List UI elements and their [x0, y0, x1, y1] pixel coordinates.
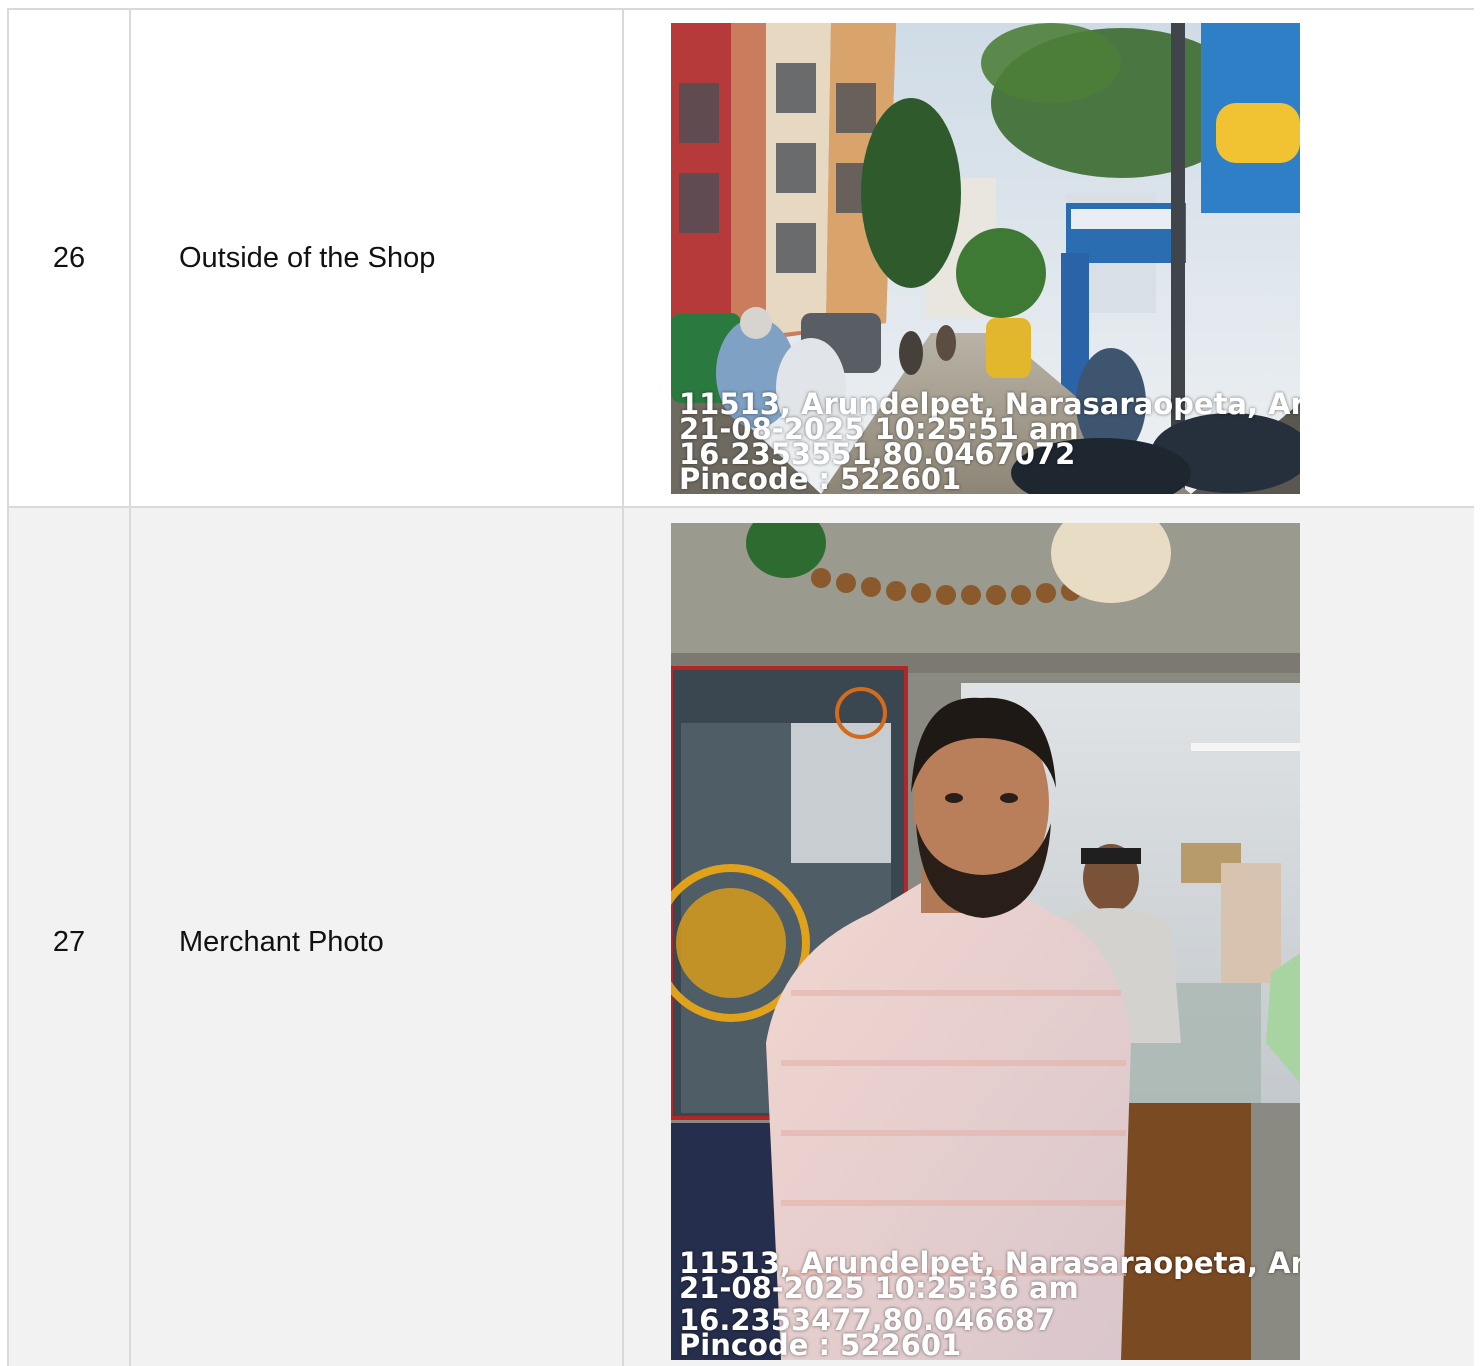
- photo-cell: 11513, Arundelpet, Narasaraopeta, Andhra…: [622, 8, 1474, 508]
- photo-geotag-stamp: 11513, Arundelpet, Narasaraopeta, Andhra…: [679, 1249, 1300, 1360]
- photo-cell: 11513, Arundelpet, Narasaraopeta, Andhra…: [622, 506, 1474, 1366]
- photo-table: 26 Outside of the Shop 11513, Arundelpet…: [7, 8, 1474, 1366]
- merchant-portrait-image: [671, 523, 1300, 1360]
- table-row: 26 Outside of the Shop 11513, Arundelpet…: [7, 8, 1474, 508]
- row-number: 27: [7, 506, 131, 1366]
- shop-outside-photo: 11513, Arundelpet, Narasaraopeta, Andhra…: [671, 22, 1300, 494]
- photo-geotag-stamp: 11513, Arundelpet, Narasaraopeta, Andhra…: [679, 389, 1300, 493]
- row-label: Merchant Photo: [129, 506, 624, 1366]
- merchant-photo: 11513, Arundelpet, Narasaraopeta, Andhra…: [671, 523, 1300, 1360]
- table-row: 27 Merchant Photo 11513, Arundelpet, Nar…: [7, 506, 1474, 1366]
- row-number: 26: [7, 8, 131, 508]
- row-label: Outside of the Shop: [129, 8, 624, 508]
- photo-table-container: 26 Outside of the Shop 11513, Arundelpet…: [7, 8, 1474, 1366]
